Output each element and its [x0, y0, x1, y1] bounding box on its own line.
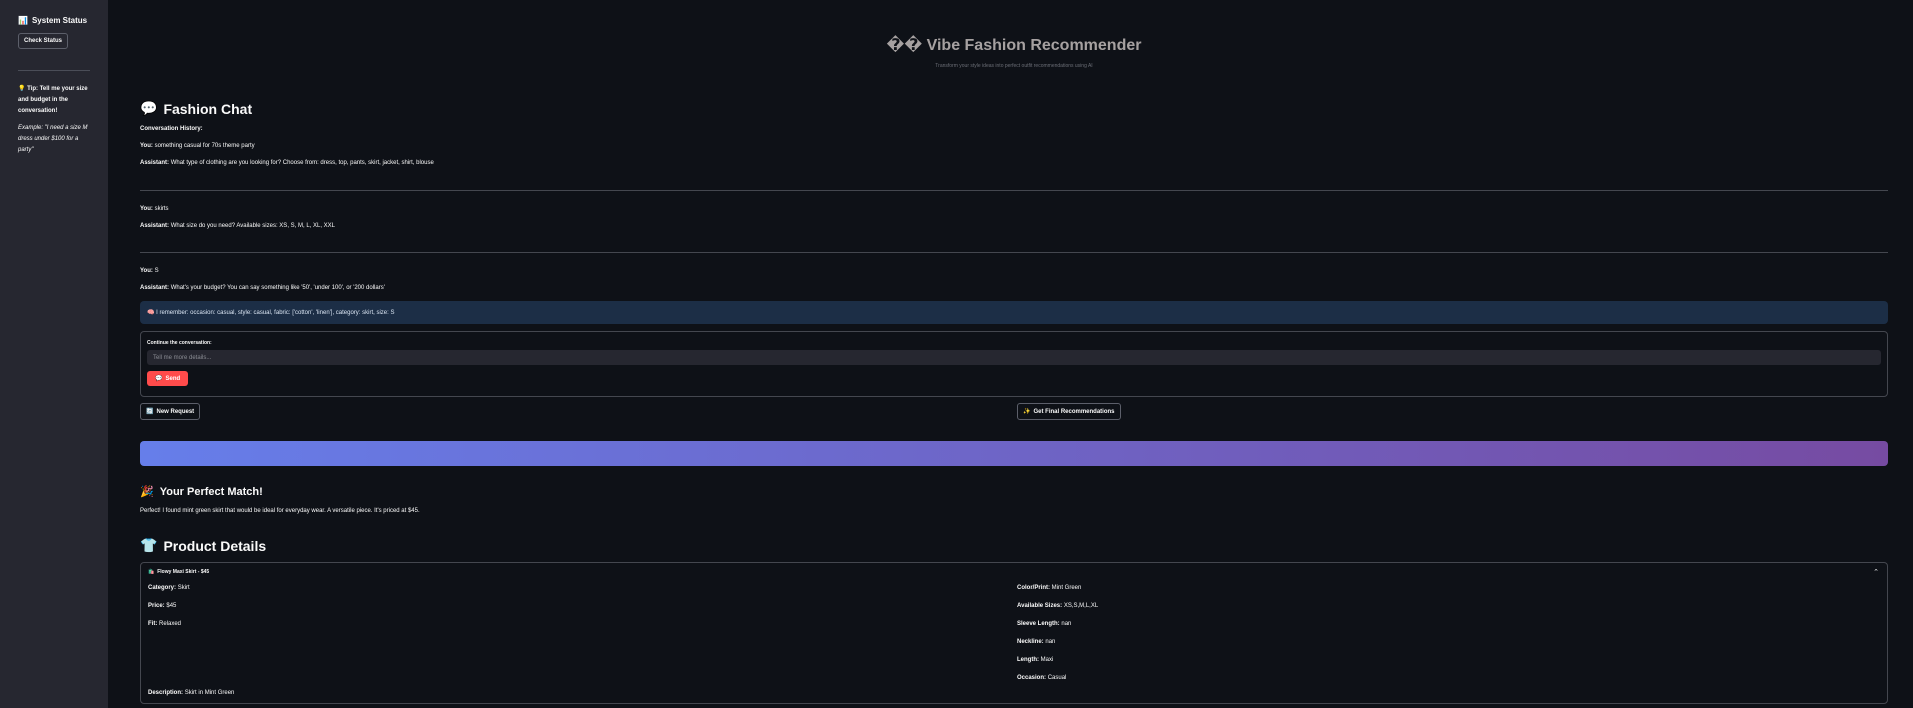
- gradient-banner: [140, 441, 1888, 466]
- product-left-column: Category: Skirt Price: $45 Fit: Relaxed: [148, 584, 190, 638]
- speech-bubble-icon: 💬: [140, 100, 158, 116]
- send-button[interactable]: 💬 Send: [147, 371, 189, 386]
- chart-icon: 📊: [18, 16, 28, 25]
- memory-info-box: 🧠 I remember: occasion: casual, style: c…: [140, 301, 1888, 324]
- sidebar-title-text: System Status: [31, 16, 88, 25]
- match-heading-text: Your Perfect Match!: [159, 485, 263, 498]
- chat-heading: 💬 Fashion Chat: [140, 100, 252, 117]
- tip-text: Tip: Tell me your size and budget in the…: [18, 86, 88, 114]
- product-right-column: Color/Print: Mint Green Available Sizes:…: [1017, 584, 1098, 692]
- form-label: Continue the conversation:: [147, 340, 212, 346]
- product-attribute: Color/Print: Mint Green: [1017, 585, 1082, 591]
- chat-divider: [140, 252, 1888, 253]
- chat-message-user: You: skirts: [140, 206, 169, 212]
- app-subtitle: Transform your style ideas into perfect …: [935, 63, 1093, 69]
- chat-heading-text: Fashion Chat: [163, 100, 253, 117]
- speech-bubble-icon: 💬: [155, 376, 163, 382]
- product-attribute: Length: Maxi: [1017, 657, 1054, 663]
- product-attribute: Price: $45: [148, 603, 177, 609]
- expander-header[interactable]: 🛍️ Flowy Maxi Skirt - $45: [141, 563, 1887, 581]
- chat-message-assistant: Assistant: What size do you need? Availa…: [140, 223, 335, 229]
- chat-message-user: You: S: [140, 268, 159, 274]
- new-request-button[interactable]: 🔄 New Request: [140, 403, 201, 420]
- main-content: �� Vibe Fashion Recommender Transform yo…: [140, 0, 1888, 704]
- match-text: Perfect! I found mint green skirt that w…: [140, 508, 420, 514]
- product-expander: 🛍️ Flowy Maxi Skirt - $45 ⌃ Category: Sk…: [140, 562, 1888, 704]
- shopping-bags-icon: 🛍️: [148, 569, 155, 575]
- product-heading: 👕 Product Details: [140, 537, 266, 554]
- chat-input[interactable]: Tell me more details...: [147, 350, 1881, 365]
- history-label: Conversation History:: [140, 126, 203, 132]
- product-description: Description: Skirt in Mint Green: [148, 690, 235, 696]
- shirt-icon: 👕: [140, 537, 158, 553]
- product-heading-text: Product Details: [163, 537, 267, 554]
- chat-message-assistant: Assistant: What's your budget? You can s…: [140, 285, 385, 291]
- sidebar-example: Example: "I need a size M dress under $1…: [18, 125, 88, 153]
- product-attribute: Available Sizes: XS,S,M,L,XL: [1017, 603, 1099, 609]
- check-status-button[interactable]: Check Status: [18, 33, 69, 49]
- sidebar-divider: [18, 70, 90, 71]
- sidebar-title: 📊 System Status: [18, 16, 90, 25]
- product-attribute: Occasion: Casual: [1017, 675, 1067, 681]
- app-title: �� Vibe Fashion Recommender: [886, 37, 1142, 54]
- sidebar-tip: 💡 Tip: Tell me your size and budget in t…: [18, 84, 90, 117]
- chevron-up-icon[interactable]: ⌃: [1873, 568, 1879, 576]
- party-popper-icon: 🎉: [140, 486, 154, 498]
- sparkles-icon: ✨: [1023, 409, 1031, 415]
- match-heading: 🎉 Your Perfect Match!: [140, 485, 263, 499]
- lightbulb-icon: 💡: [18, 86, 26, 92]
- send-button-label: Send: [165, 375, 181, 382]
- refresh-icon: 🔄: [146, 409, 154, 415]
- final-recommendations-label: Get Final Recommendations: [1033, 408, 1115, 415]
- final-recommendations-button[interactable]: ✨ Get Final Recommendations: [1017, 403, 1121, 420]
- sidebar: 📊 System Status Check Status 💡 Tip: Tell…: [0, 0, 108, 708]
- product-attribute: Category: Skirt: [148, 585, 190, 591]
- product-attribute: Neckline: nan: [1017, 639, 1056, 645]
- expander-title: Flowy Maxi Skirt - $45: [157, 569, 210, 575]
- chat-divider: [140, 190, 1888, 191]
- chat-message-user: You: something casual for 70s theme part…: [140, 143, 255, 149]
- chat-message-assistant: Assistant: What type of clothing are you…: [140, 160, 434, 166]
- chat-form: Continue the conversation: Tell me more …: [140, 331, 1888, 397]
- new-request-label: New Request: [156, 408, 195, 415]
- product-attribute: Fit: Relaxed: [148, 621, 182, 627]
- product-attribute: Sleeve Length: nan: [1017, 621, 1072, 627]
